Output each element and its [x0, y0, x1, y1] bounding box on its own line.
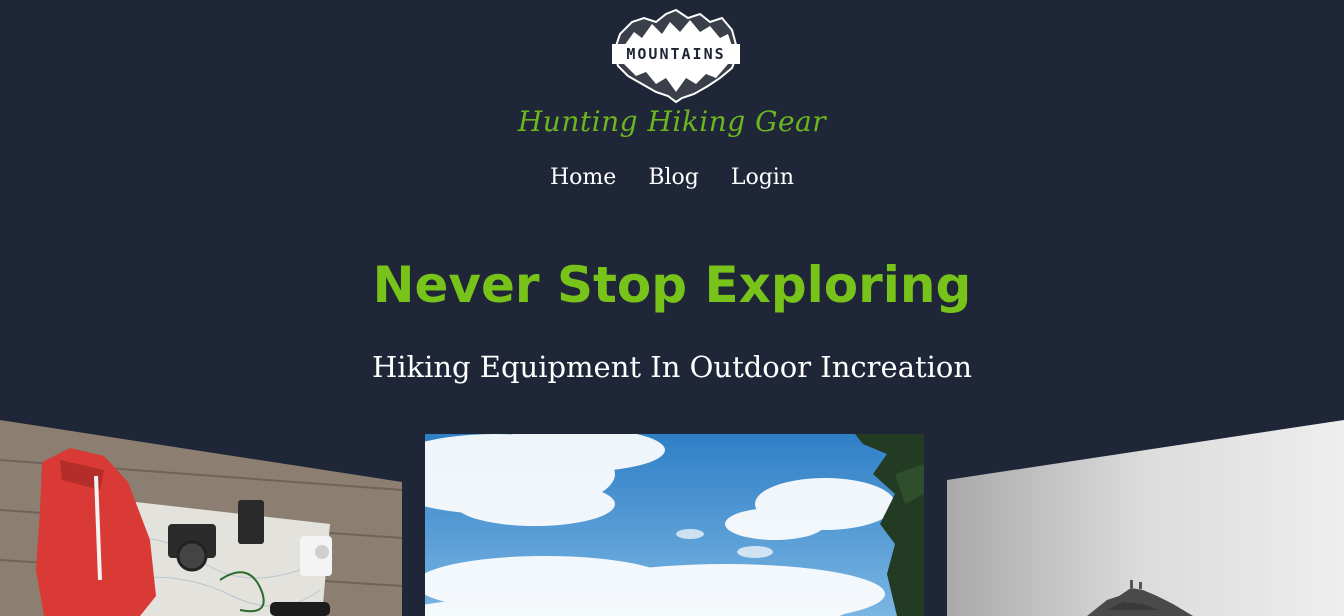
header-divider: [0, 222, 1344, 238]
mountain-summit-photo: [947, 420, 1344, 616]
nav-blog-link[interactable]: Blog: [648, 160, 699, 196]
hero-title: Never Stop Exploring: [372, 256, 972, 314]
gear-flatlay-photo: [0, 420, 402, 616]
gallery-image-gear[interactable]: [0, 420, 402, 616]
hero-subtitle: Hiking Equipment In Outdoor Increation: [371, 350, 973, 384]
gallery-image-sky[interactable]: [425, 434, 924, 616]
sky-clouds-photo: [425, 434, 924, 616]
main-nav: Home Blog Login: [0, 160, 1344, 196]
site-title[interactable]: Hunting Hiking Gear: [472, 102, 872, 142]
nav-home-link[interactable]: Home: [550, 160, 616, 196]
nav-login-link[interactable]: Login: [731, 160, 794, 196]
logo-wordmark: MOUNTAINS: [626, 45, 726, 63]
gallery-image-summit[interactable]: [947, 420, 1344, 616]
